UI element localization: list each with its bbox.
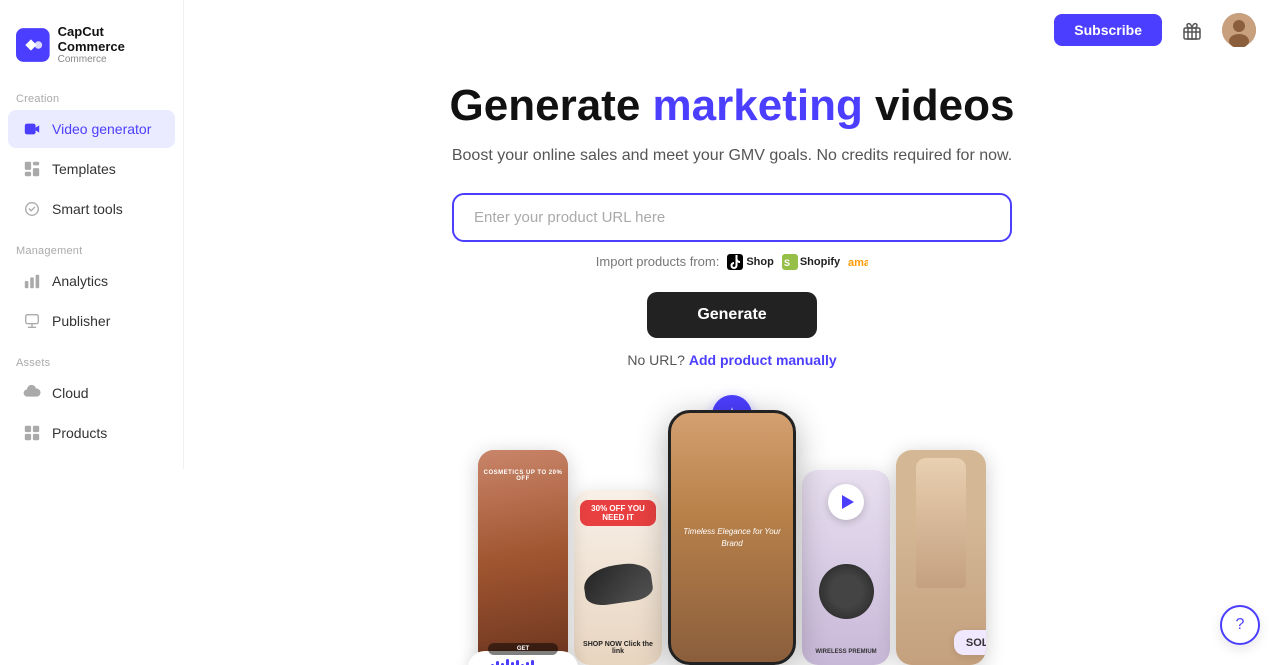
amazon-platform: amazon [848, 255, 868, 269]
no-url-row: No URL? Add product manually [224, 352, 1240, 368]
sidebar-item-video-generator[interactable]: Video generator [8, 110, 175, 148]
sneaker-image [582, 560, 655, 607]
user-avatar[interactable] [1222, 13, 1256, 47]
play-triangle [842, 495, 854, 509]
preview-wrapper: COSMETICS UP TO 20% OFF GET ⏸ [478, 410, 986, 665]
templates-icon [22, 159, 42, 179]
cosmetics-text: COSMETICS UP TO 20% OFF [478, 470, 568, 482]
cosmetics-card: COSMETICS UP TO 20% OFF GET ⏸ [478, 450, 568, 665]
preview-area: COSMETICS UP TO 20% OFF GET ⏸ [184, 386, 1280, 665]
play-badge [828, 484, 864, 520]
svg-text:amazon: amazon [848, 257, 868, 269]
sidebar-item-analytics[interactable]: Analytics [8, 262, 175, 300]
wave-bar [531, 660, 534, 665]
wave-bar [526, 662, 529, 665]
headphone-label: WIRELESS PREMIUM [815, 649, 876, 655]
video-icon [22, 119, 42, 139]
title-post: videos [863, 81, 1015, 130]
section-creation-label: Creation [0, 85, 183, 109]
fashion-card: SOLD ▶ [896, 450, 986, 665]
analytics-icon [22, 271, 42, 291]
sidebar-item-label: Publisher [52, 313, 110, 329]
publisher-icon [22, 311, 42, 331]
search-bar-container [452, 193, 1012, 242]
shopify-platform: S Shopify [782, 254, 840, 270]
sidebar-item-label: Cloud [52, 385, 89, 401]
smart-tools-icon [22, 199, 42, 219]
sidebar-item-smart-tools[interactable]: Smart tools [8, 190, 175, 228]
center-phone-wrapper: Timeless Elegance for Your Brand [668, 410, 796, 665]
app-name: CapCut Commerce [58, 24, 167, 54]
sidebar-item-cloud[interactable]: Cloud [8, 374, 175, 412]
main-content: Subscribe Generate marketing videos Boos… [184, 0, 1280, 665]
wave-bar [516, 660, 519, 665]
tiktok-platform: Shop [727, 254, 774, 270]
chat-bubble: SOLD ▶ [954, 630, 986, 655]
products-icon [22, 423, 42, 443]
sidebar-item-products[interactable]: Products [8, 414, 175, 452]
add-product-link[interactable]: Add product manually [689, 352, 837, 368]
subscribe-button[interactable]: Subscribe [1054, 14, 1162, 46]
hero-section: Generate marketing videos Boost your onl… [184, 60, 1280, 386]
sidebar-item-publisher[interactable]: Publisher [8, 302, 175, 340]
gift-icon-button[interactable] [1174, 12, 1210, 48]
discount-badge: 30% OFF YOU NEED IT [580, 500, 656, 526]
center-phone: Timeless Elegance for Your Brand [668, 410, 796, 665]
sidebar-item-label: Templates [52, 161, 116, 177]
sidebar-item-label: Video generator [52, 121, 151, 137]
hero-subtitle: Boost your online sales and meet your GM… [224, 147, 1240, 165]
tiktok-label: Shop [746, 256, 774, 268]
wave-bar [506, 659, 509, 665]
wave-bars [491, 659, 534, 665]
cosmetics-cta[interactable]: GET [488, 643, 558, 655]
wave-bar [496, 661, 499, 665]
headphone-image [819, 564, 874, 619]
title-highlight: marketing [653, 81, 863, 130]
section-assets-label: Assets [0, 349, 183, 373]
import-label: Import products from: [596, 254, 720, 269]
sidebar-item-label: Products [52, 425, 107, 441]
cloud-icon [22, 383, 42, 403]
sneaker-card: 30% OFF YOU NEED IT SHOP NOW Click the l… [574, 490, 662, 665]
help-button[interactable]: ? [1220, 605, 1260, 645]
shopify-label: Shopify [800, 256, 840, 268]
app-subtitle: Commerce [58, 54, 167, 65]
svg-text:S: S [784, 258, 790, 268]
phone-center-text: Timeless Elegance for Your Brand [683, 526, 781, 548]
sidebar-item-label: Smart tools [52, 201, 123, 217]
no-url-text: No URL? [627, 352, 685, 368]
headphones-card: WIRELESS PREMIUM [802, 470, 890, 665]
header: Subscribe [184, 0, 1280, 60]
shop-now: SHOP NOW Click the link [580, 641, 656, 655]
app-logo: CapCut Commerce Commerce [0, 16, 183, 85]
generate-button[interactable]: Generate [647, 292, 816, 338]
search-input[interactable] [452, 193, 1012, 242]
section-management-label: Management [0, 237, 183, 261]
platform-icons: Shop S Shopify amazon [727, 254, 868, 270]
sidebar: CapCut Commerce Commerce Creation Video … [0, 0, 184, 665]
import-row: Import products from: Shop S Shopify ama… [224, 254, 1240, 270]
title-pre: Generate [450, 81, 653, 130]
sidebar-item-templates[interactable]: Templates [8, 150, 175, 188]
sidebar-item-label: Analytics [52, 273, 108, 289]
hero-title: Generate marketing videos [224, 80, 1240, 133]
